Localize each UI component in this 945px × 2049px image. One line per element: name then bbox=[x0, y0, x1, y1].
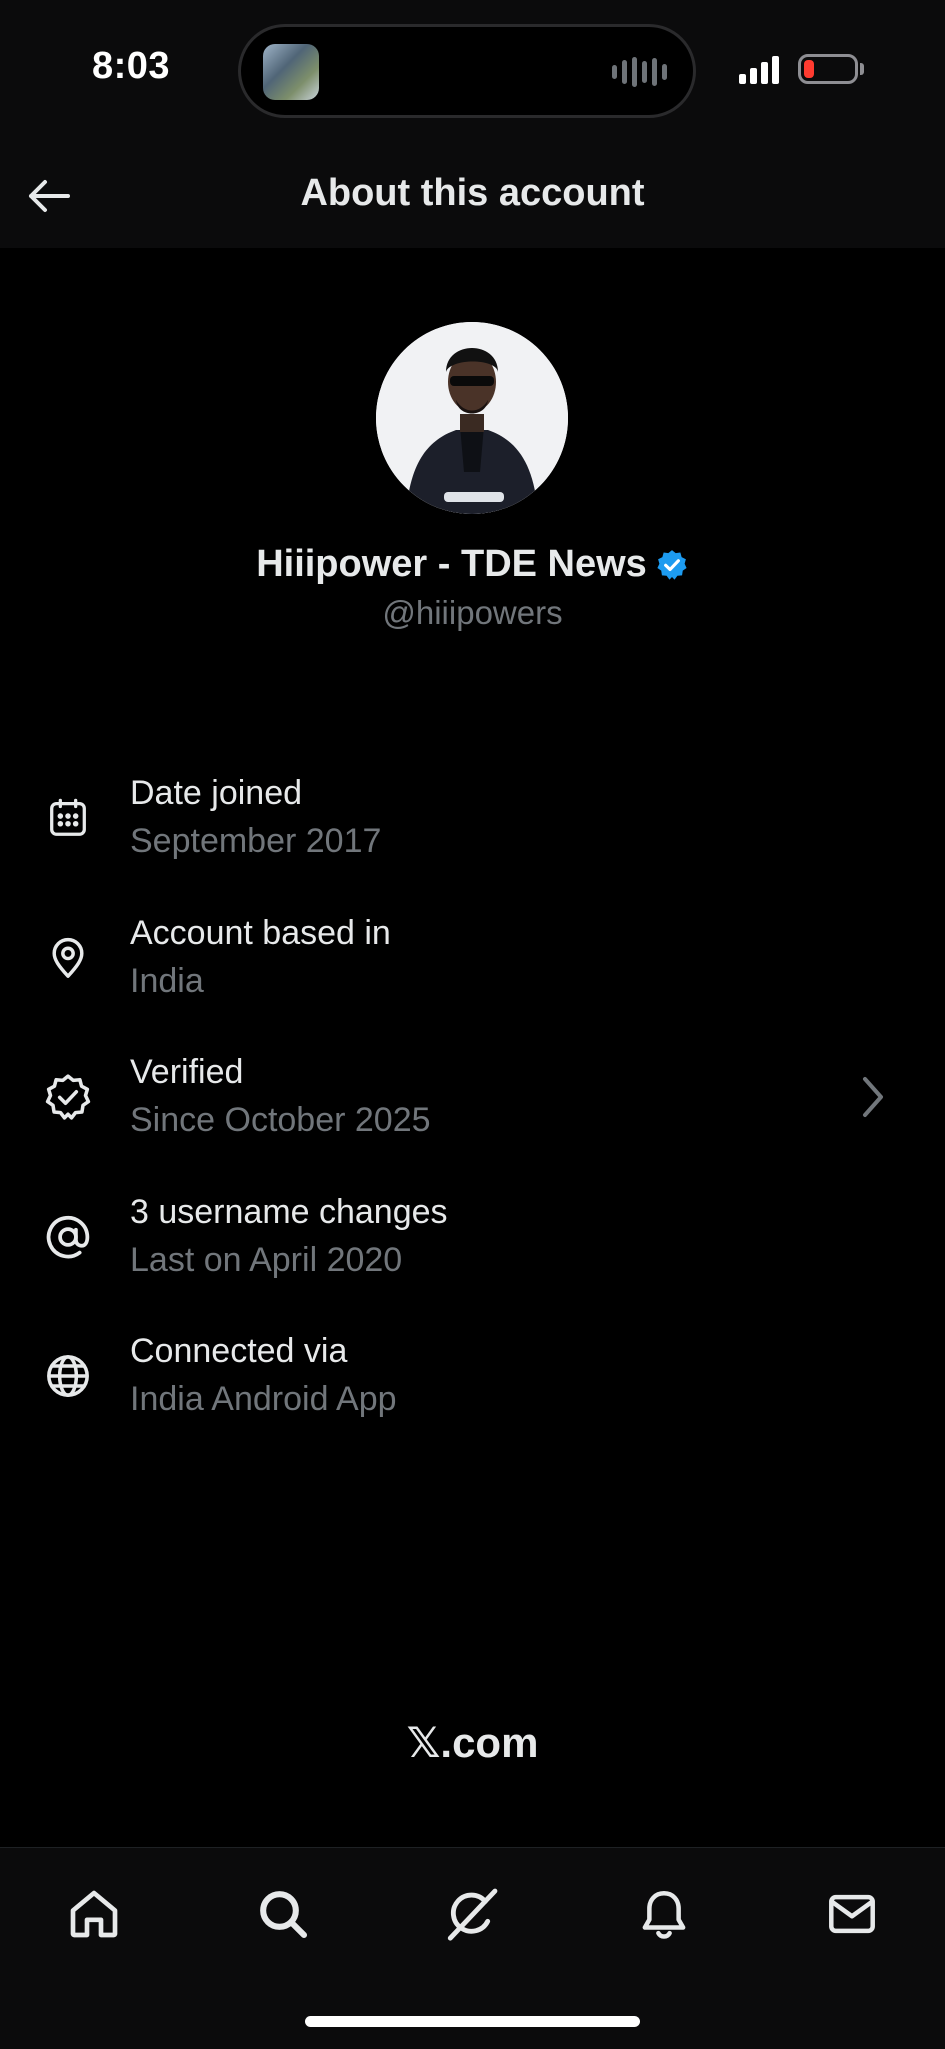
info-row-verified[interactable]: Verified Since October 2025 bbox=[0, 1045, 945, 1185]
info-row-connected-via: Connected via India Android App bbox=[0, 1324, 945, 1464]
info-subtitle: Since October 2025 bbox=[130, 1101, 431, 1139]
home-indicator[interactable] bbox=[305, 2016, 640, 2027]
info-title: Date joined bbox=[130, 774, 303, 812]
tab-notifications[interactable] bbox=[624, 1874, 704, 1954]
status-time: 8:03 bbox=[92, 45, 171, 87]
top-app-bar: About this account bbox=[0, 140, 945, 248]
info-title: Verified bbox=[130, 1053, 244, 1091]
now-playing-thumbnail bbox=[263, 44, 319, 100]
profile-name: Hiiipower - TDE News bbox=[256, 543, 647, 585]
dynamic-island[interactable] bbox=[238, 24, 696, 118]
calendar-icon bbox=[40, 790, 96, 846]
battery-fill bbox=[804, 60, 814, 78]
avatar-image bbox=[376, 322, 568, 514]
search-icon bbox=[260, 1891, 308, 1939]
chevron-right-icon[interactable] bbox=[853, 1075, 893, 1119]
at-sign-icon bbox=[40, 1209, 96, 1265]
x-com-logo: 𝕏.com bbox=[406, 1719, 539, 1766]
info-row-username-changes: 3 username changes Last on April 2020 bbox=[0, 1185, 945, 1325]
avatar[interactable] bbox=[376, 322, 568, 514]
location-pin-icon bbox=[40, 930, 96, 986]
battery-cap bbox=[860, 63, 864, 75]
audio-waveform-icon bbox=[612, 57, 667, 87]
info-title: Connected via bbox=[130, 1332, 348, 1370]
info-subtitle: Last on April 2020 bbox=[130, 1240, 403, 1279]
grok-icon bbox=[447, 1888, 498, 1941]
account-info-list: Date joined September 2017 Account based… bbox=[0, 766, 945, 1464]
home-icon bbox=[70, 1890, 118, 1938]
battery-low-icon bbox=[798, 54, 858, 84]
info-subtitle: India Android App bbox=[130, 1380, 397, 1418]
info-subtitle: September 2017 bbox=[130, 822, 382, 860]
tab-grok[interactable] bbox=[432, 1874, 512, 1954]
profile-handle: @hiiipowers bbox=[382, 594, 563, 631]
cellular-signal-icon bbox=[739, 56, 779, 84]
status-bar: 8:03 bbox=[0, 0, 945, 140]
tab-home[interactable] bbox=[54, 1874, 134, 1954]
info-title: Account based in bbox=[130, 913, 391, 952]
page-title: About this account bbox=[300, 172, 645, 214]
notifications-bell-icon bbox=[642, 1891, 686, 1939]
tab-search[interactable] bbox=[243, 1874, 323, 1954]
info-row-date-joined: Date joined September 2017 bbox=[0, 766, 945, 906]
info-title: 3 username changes bbox=[130, 1192, 448, 1231]
messages-envelope-icon bbox=[829, 1894, 875, 1934]
info-row-account-based-in: Account based in India bbox=[0, 906, 945, 1046]
info-subtitle: India bbox=[130, 961, 204, 1000]
tab-messages[interactable] bbox=[812, 1874, 892, 1954]
globe-icon bbox=[40, 1348, 96, 1404]
profile-name-row: Hiiipower - TDE News bbox=[0, 543, 945, 586]
verified-badge-icon[interactable] bbox=[655, 548, 689, 582]
verified-badge-icon bbox=[40, 1069, 96, 1125]
